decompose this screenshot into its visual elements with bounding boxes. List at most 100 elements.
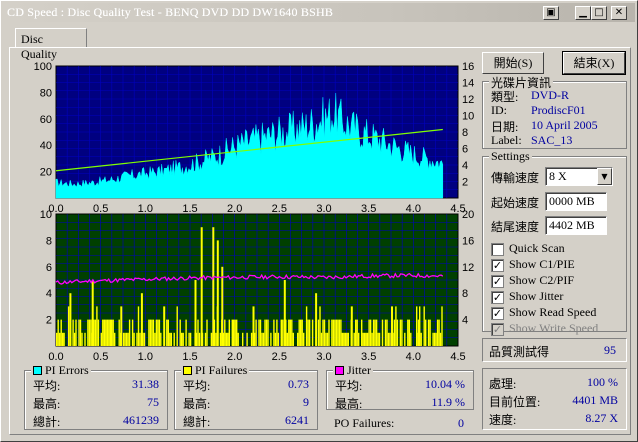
pi-failures-bar: [378, 332, 381, 346]
show-read-speed-label: Show Read Speed: [509, 305, 597, 319]
y-left-tick-label: 20: [40, 167, 52, 179]
pi-failures-bar: [124, 332, 126, 346]
pi-failures-bar: [78, 319, 80, 346]
close-icon[interactable]: ✕: [611, 6, 627, 20]
pi-failures-bar: [341, 332, 343, 346]
jitter-max-label: 最高:: [335, 397, 363, 411]
pi-failures-bar: [114, 332, 116, 346]
speed-select[interactable]: 8 X ▼: [545, 167, 613, 186]
pi-failures-bar: [265, 319, 268, 346]
pi-failures-bar: [386, 319, 388, 346]
jitter-max: 11.9 %: [431, 395, 465, 409]
show-write-speed-label: Show Write Speed: [509, 321, 599, 335]
x-tick-label: 4.0: [406, 351, 421, 363]
pi-failures-bar: [267, 319, 269, 346]
speed-label: 傳輸速度: [491, 171, 540, 185]
pi-errors-title: PI Errors: [31, 363, 91, 378]
pi-failures-bar: [343, 332, 345, 346]
main-window: CD Speed : Disc Quality Test - BENQ DVD …: [0, 0, 638, 442]
pi-failures-bar: [286, 332, 288, 346]
pi-failures-bar: [375, 319, 378, 346]
current-speed-value: 8.27 X: [585, 411, 618, 425]
pi-failures-bar: [56, 332, 58, 346]
pi-failures-bar: [280, 319, 282, 346]
title-bar: CD Speed : Disc Quality Test - BENQ DVD …: [3, 3, 635, 22]
progress-box: 處理: 100 % 目前位置: 4401 MB 速度: 8.27 X: [482, 368, 627, 430]
pi-failures-bar: [338, 319, 341, 346]
show-read-speed-checkbox[interactable]: ✓: [491, 307, 504, 320]
quick-scan-label: Quick Scan: [509, 241, 565, 255]
pi-failures-bar: [198, 332, 201, 346]
y-left-tick-label: 100: [34, 61, 52, 73]
pi-failures-bar: [250, 332, 253, 346]
disc-label-value: SAC_13: [531, 133, 573, 147]
pi-failures-bar: [176, 306, 178, 346]
end-speed-input[interactable]: 4402 MB: [545, 216, 607, 235]
pi-failures-bar: [308, 319, 311, 346]
position-value: 4401 MB: [572, 393, 618, 407]
pi-failures-bar: [258, 319, 260, 346]
pi-failures-bar: [228, 319, 230, 346]
quality-score-value: 95: [604, 343, 616, 357]
pi-failures-bar: [210, 332, 213, 346]
x-tick-label: 4.5: [450, 351, 465, 363]
pi-failures-bar: [96, 306, 98, 346]
y-right-tick-label: 14: [462, 78, 474, 90]
show-c1-checkbox[interactable]: ✓: [491, 259, 504, 272]
pi-failures-bar: [133, 332, 135, 346]
y-left-tick-label: 4: [46, 288, 52, 300]
pi-failures-total-label: 總計:: [183, 415, 211, 429]
pi-failures-bar: [91, 280, 94, 346]
pi-failures-bar: [384, 319, 387, 346]
quick-scan-checkbox[interactable]: [491, 243, 504, 256]
start-button[interactable]: 開始(S): [482, 52, 544, 74]
disc-id-value: ProdiscF01: [531, 103, 586, 117]
x-tick-label: 3.0: [316, 351, 331, 363]
pi-failures-bar: [194, 280, 197, 346]
pi-failures-bar: [143, 332, 146, 346]
pi-failures-bar: [149, 319, 152, 346]
pi-failures-bar: [273, 319, 275, 346]
pi-failures-bar: [305, 306, 308, 346]
pi-failures-bar: [212, 227, 215, 346]
chevron-down-icon[interactable]: ▼: [597, 168, 612, 185]
pi-failures-bar: [219, 332, 222, 346]
x-tick-label: 2.0: [227, 351, 242, 363]
help-icon[interactable]: ▣: [543, 6, 559, 20]
pi-errors-total: 461239: [123, 413, 159, 427]
y-left-tick-label: 6: [46, 262, 52, 274]
pi-failures-bar: [118, 319, 120, 346]
show-jitter-checkbox[interactable]: ✓: [491, 291, 504, 304]
pi-failures-bar: [436, 319, 439, 346]
pi-failures-bar: [125, 332, 128, 346]
pi-failures-bar: [288, 319, 290, 346]
pi-failures-bar: [112, 319, 114, 346]
pi-failures-bar: [136, 332, 138, 346]
disc-type-value: DVD-R: [531, 88, 569, 102]
pi-errors-avg-label: 平均:: [33, 379, 61, 393]
pi-errors-title-text: PI Errors: [45, 363, 89, 377]
start-speed-input[interactable]: 0000 MB: [545, 192, 607, 211]
show-c2-label: Show C2/PIF: [509, 273, 575, 287]
po-failures-value: 0: [458, 416, 464, 430]
y-left-tick-label: 10: [40, 209, 52, 221]
pi-failures-bar: [377, 332, 379, 346]
pi-failures-bar: [167, 319, 169, 346]
y-right-tick-label: 8: [462, 127, 468, 139]
pi-failures-bar: [62, 332, 64, 346]
pi-failures-bar: [346, 332, 348, 346]
pi-failures-bar: [185, 319, 187, 346]
minimize-icon[interactable]: ▁: [575, 6, 591, 20]
tab-disc-quality[interactable]: Disc Quality: [15, 28, 87, 61]
maximize-icon[interactable]: □: [591, 6, 607, 20]
pi-failures-bar: [300, 319, 302, 346]
exit-button[interactable]: 結束(X): [562, 51, 626, 75]
pi-failures-bar: [364, 332, 366, 346]
pi-failures-bar: [57, 319, 59, 346]
pi-failures-group: PI Failures 平均: 0.73 最高: 9 總計: 6241: [174, 363, 318, 430]
pi-failures-bar: [88, 319, 91, 346]
show-c2-checkbox[interactable]: ✓: [491, 275, 504, 288]
pi-errors-group: PI Errors 平均: 31.38 最高: 75 總計: 461239: [24, 363, 168, 430]
pi-failures-bar: [303, 332, 305, 346]
pi-failures-bar: [393, 319, 396, 346]
